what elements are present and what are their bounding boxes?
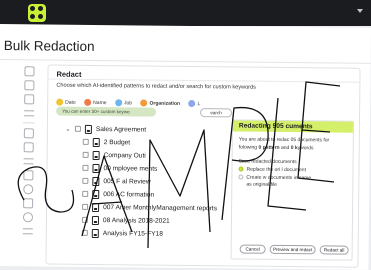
replace-option-label: Replace the ori l document [246, 166, 307, 174]
chevron-down-icon[interactable] [357, 9, 363, 13]
file-icon [92, 189, 100, 199]
list-icon[interactable] [23, 158, 34, 165]
keyword-hint[interactable]: You can enter 30+ custom keywo [56, 106, 157, 117]
gear-icon[interactable] [23, 184, 34, 195]
redact-card: Redact Choose which AI-identified patter… [45, 64, 361, 268]
file-name: 005 F al Review [103, 177, 151, 186]
redaction-summary-panel: Redacting 505 cuments You are about to r… [230, 119, 355, 261]
file-icon [92, 137, 100, 147]
chip-organization[interactable]: Organization [140, 99, 181, 107]
chip-label: L [197, 100, 201, 107]
document-icon[interactable] [23, 198, 34, 209]
panel-header: Redacting 505 cuments [232, 120, 353, 133]
summary-line-patterns: folowing 0 pattern and 0 kywords [238, 144, 314, 152]
header-divider [0, 58, 371, 64]
file-checkbox[interactable] [82, 190, 89, 197]
create-new-radio[interactable] [238, 174, 244, 180]
chip-job[interactable]: Job [114, 99, 133, 107]
app-logo-icon[interactable] [28, 4, 46, 22]
preview-and-redact-button[interactable]: Preview and redact [269, 244, 316, 255]
help-icon[interactable] [22, 212, 34, 223]
date-dot-icon [56, 98, 64, 106]
file-icon [92, 150, 100, 160]
file-checkbox[interactable] [82, 177, 89, 184]
job-dot-icon [114, 99, 123, 107]
document-icon[interactable] [23, 170, 34, 181]
cancel-button[interactable]: Cancel [239, 244, 266, 254]
create-option-label: Create w documents in same [246, 174, 312, 182]
file-icon [91, 228, 99, 238]
list-icon[interactable] [24, 110, 35, 117]
file-icon [92, 163, 100, 173]
name-dot-icon [84, 98, 92, 106]
file-name: 00 mployee ments [103, 164, 158, 173]
top-bar [0, 0, 371, 26]
document-icon[interactable] [23, 142, 34, 153]
document-icon[interactable] [24, 66, 35, 77]
file-checkbox[interactable] [81, 216, 88, 223]
chevron-down-icon[interactable]: ⌄ [64, 125, 72, 132]
file-name: Company Outi [103, 151, 146, 160]
chip-label: Name [93, 99, 107, 106]
file-checkbox[interactable] [82, 203, 89, 210]
chip-label: Organization [149, 100, 181, 107]
document-icon[interactable] [24, 80, 35, 91]
file-icon [92, 176, 100, 186]
card-title: Redact [56, 69, 82, 79]
file-checkbox[interactable] [82, 151, 89, 158]
folder-icon [84, 124, 92, 134]
rail-divider [22, 122, 35, 124]
file-name: Sales Agreement [95, 125, 147, 134]
file-name: 007 Amer MonthlyManagement reports [103, 203, 218, 212]
file-checkbox[interactable] [82, 138, 89, 145]
main-window: Bulk Redaction Redact Choose which AI-id… [0, 24, 371, 270]
file-name: 006 AC formation [103, 190, 155, 199]
location-dot-icon [188, 99, 196, 108]
file-checkbox[interactable] [82, 164, 89, 171]
card-subtitle: Choose which AI-identified patterns to r… [56, 82, 257, 91]
arrow-right-icon[interactable] [22, 228, 33, 235]
file-name: Analysis FY15-FY18 [102, 229, 163, 238]
save-label: Save redacted documents [238, 158, 297, 166]
chip-label: Job [123, 99, 133, 106]
file-checkbox[interactable] [74, 125, 81, 132]
file-icon [92, 202, 100, 212]
chip-date[interactable]: Date [56, 98, 76, 106]
file-name: 08 Analysis 2018-2021 [102, 216, 170, 225]
create-option-label-cont: as original file [246, 181, 277, 188]
pattern-chips: Date Name Job Organization L [56, 93, 204, 108]
left-rail [19, 64, 37, 264]
summary-line: You are about to redac 05 documents for [238, 136, 330, 144]
replace-radio[interactable] [238, 166, 244, 172]
redact-all-button[interactable]: Redact all [319, 245, 349, 255]
file-name: 2 Budget [103, 138, 131, 146]
search-button[interactable]: earch [200, 108, 233, 118]
file-checkbox[interactable] [81, 229, 88, 236]
document-icon[interactable] [24, 94, 35, 105]
document-icon[interactable] [23, 128, 34, 139]
chip-name[interactable]: Name [84, 98, 107, 106]
organization-dot-icon [140, 99, 148, 107]
file-icon [91, 215, 99, 225]
page-title: Bulk Redaction [3, 38, 95, 54]
chip-location[interactable]: L [188, 99, 201, 108]
chip-label: Date [65, 99, 76, 106]
